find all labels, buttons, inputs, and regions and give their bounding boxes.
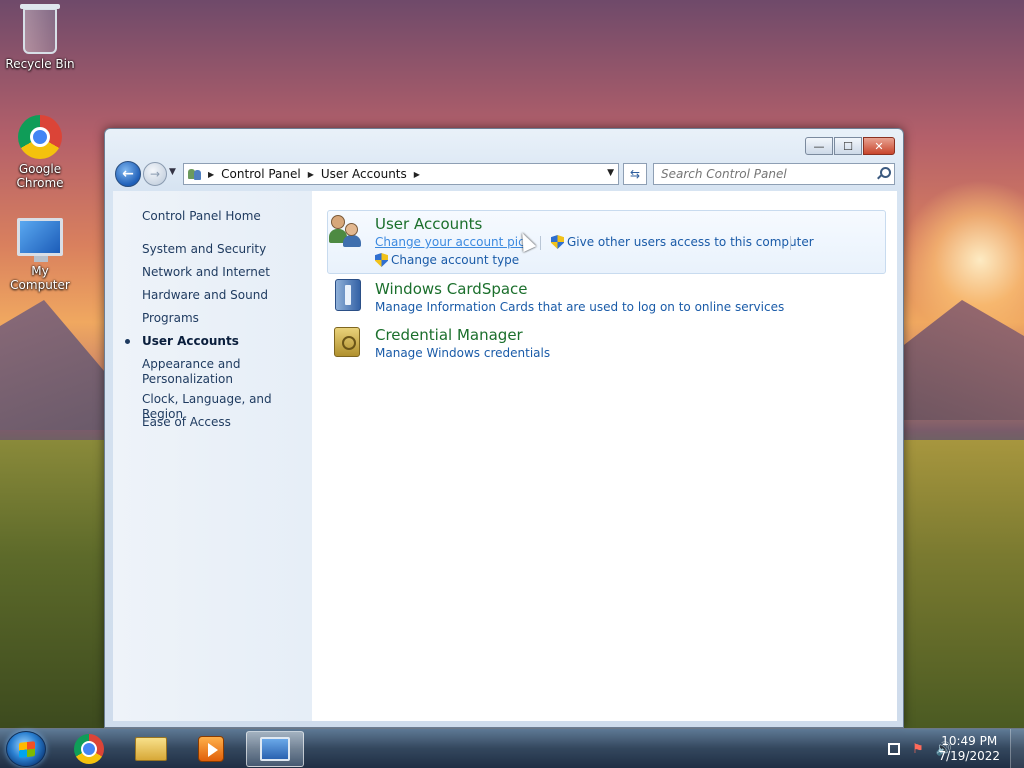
start-button[interactable] [6, 731, 46, 767]
forward-button[interactable]: → [143, 162, 167, 186]
sidebar-item-appearance-and-personalization[interactable]: Appearance and Personalization [142, 357, 252, 387]
user-accounts-icon [329, 215, 363, 247]
credential-manager-icon [334, 327, 360, 357]
close-button[interactable]: ✕ [863, 137, 895, 155]
link-separator [790, 236, 791, 250]
control-panel-icon [188, 167, 202, 181]
sidebar-item-network-and-internet[interactable]: Network and Internet [142, 265, 307, 280]
chrome-icon [18, 115, 62, 159]
clock-time: 10:49 PM [941, 734, 998, 748]
sidebar-item-programs[interactable]: Programs [142, 311, 307, 326]
window-controls: — ☐ ✕ [804, 137, 895, 155]
chevron-right-icon[interactable]: ▶ [308, 170, 314, 179]
folder-icon [135, 737, 167, 761]
sidebar-item-control-panel-home[interactable]: Control Panel Home [142, 209, 307, 224]
category-title-user-accounts[interactable]: User Accounts [375, 215, 482, 233]
address-bar[interactable]: ▶ Control Panel ▶ User Accounts ▶ ▼ [183, 163, 619, 185]
computer-icon [17, 218, 63, 262]
sidebar-item-system-and-security[interactable]: System and Security [142, 242, 307, 257]
recycle-bin-icon [20, 4, 60, 54]
search-box[interactable] [653, 163, 895, 185]
control-panel-window: — ☐ ✕ ← → ▼ ▶ Control Panel ▶ User Accou… [104, 128, 904, 728]
sidebar-item-hardware-and-sound[interactable]: Hardware and Sound [142, 288, 307, 303]
link-manage-information-cards[interactable]: Manage Information Cards that are used t… [375, 300, 784, 314]
navigation-bar: ← → ▼ ▶ Control Panel ▶ User Accounts ▶ … [113, 161, 897, 187]
link-separator [540, 236, 541, 250]
wallpaper-field-right [900, 440, 1024, 730]
show-desktop-button[interactable] [1010, 729, 1024, 768]
taskbar-explorer[interactable] [122, 731, 180, 767]
back-button[interactable]: ← [115, 161, 141, 187]
taskbar-media-player[interactable] [182, 731, 240, 767]
recent-pages-button[interactable]: ▼ [169, 167, 176, 177]
search-input[interactable] [661, 167, 861, 181]
control-panel-icon [260, 737, 290, 761]
taskbar: ⚑ 🔊 10:49 PM 7/19/2022 [0, 728, 1024, 768]
windows-cardspace-icon [335, 279, 361, 311]
category-title-credential-manager[interactable]: Credential Manager [375, 326, 523, 344]
breadcrumb-control-panel[interactable]: Control Panel [221, 167, 301, 181]
breadcrumb-user-accounts[interactable]: User Accounts [321, 167, 407, 181]
address-dropdown-icon[interactable]: ▼ [607, 168, 614, 178]
desktop-icon-label: My Computer [10, 264, 70, 292]
chrome-icon [74, 734, 104, 764]
chevron-right-icon[interactable]: ▶ [208, 170, 214, 179]
sidebar-item-user-accounts[interactable]: User Accounts [142, 334, 307, 349]
taskbar-chrome[interactable] [60, 731, 118, 767]
desktop-icon-google-chrome[interactable]: Google Chrome [0, 115, 80, 190]
link-change-account-picture[interactable]: Change your account pictu [375, 235, 527, 249]
sidebar-item-ease-of-access[interactable]: Ease of Access [142, 415, 307, 430]
taskbar-control-panel[interactable] [246, 731, 304, 767]
sidebar: Control Panel Home System and Security N… [113, 191, 312, 721]
wallpaper-field-left [0, 440, 110, 730]
active-bullet-icon [125, 339, 130, 344]
desktop-icon-label: Recycle Bin [5, 57, 75, 71]
action-center-flag-icon[interactable]: ⚑ [910, 741, 926, 757]
clock[interactable]: 10:49 PM 7/19/2022 [938, 734, 1000, 764]
desktop-icon-recycle-bin[interactable]: Recycle Bin [0, 4, 80, 71]
link-change-account-type[interactable]: Change account type [391, 253, 519, 267]
maximize-button[interactable]: ☐ [834, 137, 862, 155]
desktop-icon-my-computer[interactable]: My Computer [0, 218, 80, 292]
media-player-icon [198, 736, 224, 762]
chevron-right-icon[interactable]: ▶ [414, 170, 420, 179]
search-icon[interactable] [877, 167, 891, 179]
wallpaper-mountain-left [0, 300, 110, 430]
clock-date: 7/19/2022 [938, 749, 1000, 763]
network-icon[interactable] [888, 743, 900, 755]
category-title-windows-cardspace[interactable]: Windows CardSpace [375, 280, 528, 298]
link-give-other-users-access[interactable]: Give other users access to this computer [567, 235, 814, 249]
content-area: Control Panel Home System and Security N… [113, 191, 897, 721]
desktop-icon-label: Google Chrome [16, 162, 64, 190]
minimize-button[interactable]: — [805, 137, 833, 155]
refresh-button[interactable]: ⇆ [623, 163, 647, 185]
link-manage-windows-credentials[interactable]: Manage Windows credentials [375, 346, 550, 360]
